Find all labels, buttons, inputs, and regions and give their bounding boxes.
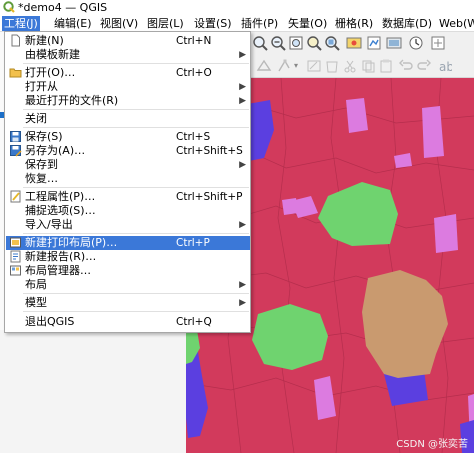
temporal-controller-icon[interactable]	[430, 35, 446, 51]
title-bar: *demo4 — QGIS	[0, 0, 474, 15]
paste-features-icon[interactable]	[378, 58, 394, 74]
layout-manager-icon	[10, 265, 21, 276]
menu-separator	[23, 127, 249, 128]
redo-icon[interactable]	[416, 58, 432, 74]
menu-item-layout-manager[interactable]: 布局管理器…	[6, 264, 250, 278]
cut-features-icon[interactable]	[342, 58, 358, 74]
menu-plugins[interactable]: 插件(P)	[239, 16, 280, 31]
new-print-layout-icon	[10, 237, 21, 248]
menu-item-save-as[interactable]: 另存为(A)… Ctrl+Shift+S	[6, 144, 250, 158]
chevron-down-icon[interactable]: ▾	[294, 61, 298, 70]
menu-separator	[23, 233, 249, 234]
menu-item-import-export[interactable]: 导入/导出 ▶	[6, 218, 250, 232]
new-report-icon	[10, 250, 21, 263]
menu-item-new-print-layout[interactable]: 新建打印布局(P)… Ctrl+P	[6, 236, 250, 250]
digitize-icon[interactable]	[256, 58, 272, 74]
window-title: *demo4 — QGIS	[18, 1, 108, 14]
watermark: CSDN @张奕苦	[396, 439, 468, 450]
zoom-out-icon[interactable]	[270, 35, 286, 51]
submenu-arrow-icon: ▶	[239, 160, 246, 170]
zoom-to-layer-icon[interactable]	[324, 35, 340, 51]
menu-database[interactable]: 数据库(D)	[380, 16, 434, 31]
refresh-icon[interactable]	[408, 35, 424, 51]
submenu-arrow-icon: ▶	[239, 298, 246, 308]
map-navigation-toolbar	[248, 32, 474, 54]
menu-edit[interactable]: 编辑(E)	[52, 16, 94, 31]
label-tool-icon[interactable]: abc	[436, 58, 452, 74]
open-folder-icon	[9, 68, 22, 78]
menu-item-open-from[interactable]: 打开从 ▶	[6, 80, 250, 94]
svg-text:abc: abc	[439, 60, 452, 74]
menu-separator	[23, 293, 249, 294]
qgis-logo-icon	[3, 1, 15, 13]
submenu-arrow-icon: ▶	[239, 280, 246, 290]
vertex-tool-icon[interactable]	[276, 58, 292, 74]
project-properties-icon	[10, 190, 21, 203]
layers-panel-lower	[0, 330, 186, 453]
project-menu-dropdown: 新建(N) Ctrl+N 由模板新建 ▶ 打开(O)… Ctrl+O 打开从 ▶…	[4, 31, 251, 333]
menu-item-new-report[interactable]: 新建报告(R)…	[6, 250, 250, 264]
menu-web[interactable]: Web(W)	[437, 16, 474, 31]
menu-item-recent-files[interactable]: 最近打开的文件(R) ▶	[6, 94, 250, 108]
menu-project[interactable]: 工程(J)	[2, 16, 40, 31]
menu-item-open[interactable]: 打开(O)… Ctrl+O	[6, 66, 250, 80]
zoom-full-icon[interactable]	[288, 35, 304, 51]
new-3d-map-view-icon[interactable]	[386, 35, 402, 51]
submenu-arrow-icon: ▶	[239, 82, 246, 92]
menu-settings[interactable]: 设置(S)	[192, 16, 234, 31]
submenu-arrow-icon: ▶	[239, 220, 246, 230]
menu-layer[interactable]: 图层(L)	[145, 16, 186, 31]
zoom-in-icon[interactable]	[252, 35, 268, 51]
menu-bar: 工程(J) 编辑(E) 视图(V) 图层(L) 设置(S) 插件(P) 矢量(O…	[0, 15, 474, 32]
menu-item-save-to[interactable]: 保存到 ▶	[6, 158, 250, 172]
menu-item-snapping-options[interactable]: 捕捉选项(S)…	[6, 204, 250, 218]
save-icon	[10, 131, 21, 142]
menu-item-exit-qgis[interactable]: 退出QGIS Ctrl+Q	[6, 315, 250, 329]
menu-item-new[interactable]: 新建(N) Ctrl+N	[6, 34, 250, 48]
copy-features-icon[interactable]	[360, 58, 376, 74]
zoom-to-selection-icon[interactable]	[306, 35, 322, 51]
menu-raster[interactable]: 栅格(R)	[333, 16, 375, 31]
menu-separator	[23, 311, 249, 312]
menu-item-close[interactable]: 关闭	[6, 112, 250, 126]
save-as-icon	[10, 145, 22, 157]
digitizing-toolbar: ▾ abc	[248, 54, 474, 78]
menu-item-project-properties[interactable]: 工程属性(P)… Ctrl+Shift+P	[6, 190, 250, 204]
new-map-view-icon[interactable]	[366, 35, 382, 51]
violet-polygon	[434, 214, 458, 253]
menu-separator	[23, 187, 249, 188]
green-polygon	[252, 304, 328, 370]
zoom-native-icon[interactable]	[346, 35, 362, 51]
menu-separator	[23, 63, 249, 64]
submenu-arrow-icon: ▶	[239, 96, 246, 106]
undo-icon[interactable]	[398, 58, 414, 74]
menu-view[interactable]: 视图(V)	[98, 16, 140, 31]
menu-item-save[interactable]: 保存(S) Ctrl+S	[6, 130, 250, 144]
menu-item-models[interactable]: 模型 ▶	[6, 296, 250, 310]
menu-vector[interactable]: 矢量(O)	[286, 16, 329, 31]
submenu-arrow-icon: ▶	[239, 50, 246, 60]
new-file-icon	[11, 34, 20, 47]
menu-item-new-from-template[interactable]: 由模板新建 ▶	[6, 48, 250, 62]
menu-separator	[23, 109, 249, 110]
edit-attribute-icon[interactable]	[306, 58, 322, 74]
menu-item-layouts[interactable]: 布局 ▶	[6, 278, 250, 292]
delete-selected-icon[interactable]	[324, 58, 340, 74]
menu-item-revert[interactable]: 恢复…	[6, 172, 250, 186]
